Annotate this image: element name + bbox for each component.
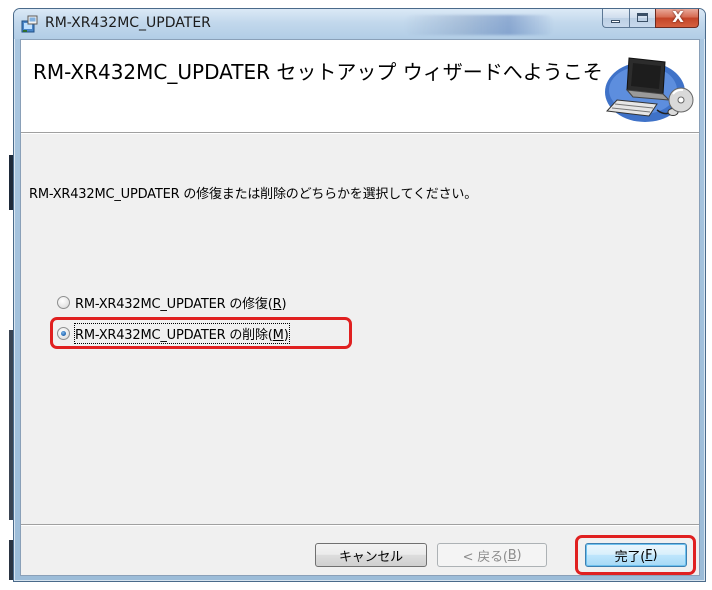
setup-wizard-window: RM-XR432MC_UPDATER X RM-XR432MC_UPDATER … [13,8,706,582]
window-title: RM-XR432MC_UPDATER [45,15,211,31]
close-icon: X [672,8,684,26]
wizard-title: RM-XR432MC_UPDATER セットアップ ウィザードへようこそ [33,60,603,84]
finish-button[interactable]: 完了(F) [585,543,687,567]
caption-buttons: X [602,8,699,29]
banner-separator [21,132,699,134]
button-area-separator [21,524,699,526]
computer-setup-icon [605,57,694,122]
installer-icon [21,15,38,33]
screen: RM-XR432MC_UPDATER X RM-XR432MC_UPDATER … [0,0,712,590]
minimize-icon [611,20,620,23]
title-bar[interactable]: RM-XR432MC_UPDATER X [14,8,705,39]
remove-option[interactable]: RM-XR432MC_UPDATER の削除(M) [57,322,290,344]
remove-option-label: RM-XR432MC_UPDATER の削除(M) [74,322,290,344]
minimize-button[interactable] [602,9,629,28]
remove-radio[interactable] [57,326,70,340]
maximize-button[interactable] [629,9,655,28]
close-button[interactable]: X [655,8,699,28]
repair-option-label: RM-XR432MC_UPDATER の修復(R) [75,296,287,312]
cancel-button[interactable]: キャンセル [315,543,427,567]
maximize-icon [637,13,648,22]
back-button[interactable]: < 戻る(B) [437,543,547,567]
dialog-client-area: RM-XR432MC_UPDATER セットアップ ウィザードへようこそ RM-… [20,39,700,576]
title-bar-background-blur [404,15,554,35]
repair-radio[interactable] [57,295,70,309]
wizard-banner: RM-XR432MC_UPDATER セットアップ ウィザードへようこそ [21,40,699,132]
instruction-text: RM-XR432MC_UPDATER の修復または削除のどちらかを選択してくださ… [29,187,477,202]
background-desktop-strip [0,0,13,590]
repair-option[interactable]: RM-XR432MC_UPDATER の修復(R) [57,292,287,312]
